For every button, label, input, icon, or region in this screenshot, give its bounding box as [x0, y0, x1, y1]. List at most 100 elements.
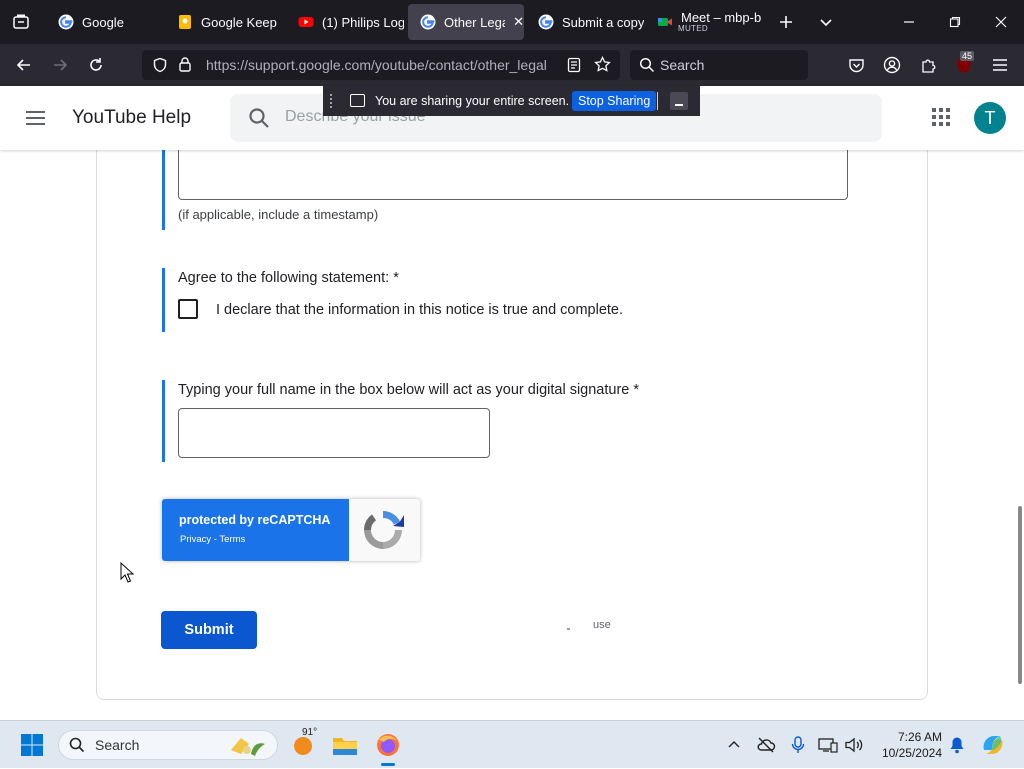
windows-logo-icon [21, 734, 43, 756]
tab-title: Meet – mbp-b [681, 9, 762, 25]
active-app-indicator [381, 763, 395, 766]
search-highlight-icon [227, 734, 271, 763]
url-text[interactable]: https://support.google.com/youtube/conta… [206, 57, 556, 73]
firefox-view-icon [13, 14, 29, 29]
screen-share-icon [350, 94, 365, 107]
bookmark-star-icon[interactable] [594, 55, 611, 78]
speaker-icon [845, 737, 863, 753]
tracking-protection-shield-icon[interactable] [152, 57, 168, 78]
browser-tab-strip: Google Google Keep (1) Philips Log Other… [0, 0, 1024, 44]
new-tab-button[interactable] [770, 0, 802, 44]
recaptcha-title: protected by reCAPTCHA [179, 513, 331, 527]
reload-button[interactable] [80, 44, 112, 86]
recaptcha-links[interactable]: Privacy - Terms [180, 534, 245, 545]
volume-status[interactable] [842, 721, 866, 769]
firefox-view-button[interactable] [0, 0, 42, 44]
network-status[interactable] [816, 721, 840, 769]
microphone-status[interactable] [786, 721, 810, 769]
drag-handle-icon[interactable] [330, 94, 333, 108]
declaration-checkbox[interactable] [178, 299, 198, 319]
question-indicator-bar [162, 268, 165, 332]
onedrive-status[interactable] [752, 721, 780, 769]
clock-time: 7:26 AM [897, 730, 942, 744]
start-button[interactable] [14, 721, 50, 769]
recaptcha-badge[interactable]: protected by reCAPTCHA Privacy - Terms [162, 499, 420, 561]
forward-button[interactable] [44, 44, 76, 86]
browser-toolbar: https://support.google.com/youtube/conta… [0, 44, 1024, 86]
page-scrollbar-thumb[interactable] [1018, 506, 1022, 684]
screen-sharing-message: You are sharing your entire screen. [375, 94, 570, 108]
search-icon [639, 57, 655, 78]
list-all-tabs-button[interactable] [810, 0, 842, 44]
app-menu-button[interactable] [984, 44, 1016, 86]
tab-title: Other Legal [444, 14, 505, 30]
signature-input[interactable] [178, 408, 490, 458]
signature-label: Typing your full name in the box below w… [178, 382, 640, 398]
cloud-offline-icon [757, 737, 776, 753]
meet-icon [657, 14, 673, 30]
minimize-share-bar-button[interactable] [670, 92, 688, 110]
recaptcha-info-panel: protected by reCAPTCHA Privacy - Terms [162, 499, 349, 561]
restore-window-button[interactable] [938, 0, 972, 44]
google-icon [58, 14, 74, 30]
taskbar-search-box[interactable]: Search [58, 730, 278, 760]
tab-google[interactable]: Google [46, 4, 164, 40]
restore-icon [949, 16, 961, 28]
ublock-extension-button[interactable]: 45 [948, 44, 980, 86]
extension-badge: 45 [960, 51, 975, 61]
hamburger-menu-icon [993, 59, 1007, 71]
minimize-window-button[interactable] [892, 0, 926, 44]
extensions-button[interactable] [912, 44, 944, 86]
declaration-text[interactable]: I declare that the information in this n… [216, 302, 623, 318]
partial-text-fragment: use [593, 619, 611, 631]
tab-philips-youtube[interactable]: (1) Philips Log [286, 4, 404, 40]
question-indicator-bar [162, 150, 165, 230]
tab-google-keep[interactable]: Google Keep [165, 4, 285, 40]
reader-view-icon[interactable] [566, 57, 582, 78]
mouse-pointer-icon [120, 562, 134, 583]
tab-meet[interactable]: Meet – mbp-b MUTED [645, 4, 763, 40]
close-icon [995, 16, 1007, 28]
account-button[interactable] [876, 44, 908, 86]
file-explorer-button[interactable] [328, 721, 362, 769]
copilot-button[interactable] [976, 721, 1010, 769]
weather-widget[interactable]: 91° [286, 721, 320, 769]
close-window-button[interactable] [984, 0, 1018, 44]
tab-muted-label: MUTED [678, 24, 708, 33]
google-apps-icon[interactable] [932, 108, 950, 126]
plus-icon [780, 16, 792, 28]
lock-icon[interactable] [178, 56, 192, 77]
google-icon [538, 14, 554, 30]
windows-taskbar: Search 91° 7:26 AM 10/25/2024 [0, 720, 1024, 768]
arrow-right-icon [54, 59, 68, 71]
taskbar-clock[interactable]: 7:26 AM 10/25/2024 [876, 729, 942, 761]
firefox-icon [377, 734, 399, 756]
site-title[interactable]: YouTube Help [72, 107, 191, 129]
notifications-button[interactable] [946, 721, 968, 769]
main-menu-button[interactable] [24, 106, 48, 130]
url-bar[interactable]: https://support.google.com/youtube/conta… [142, 50, 620, 80]
firefox-taskbar-button[interactable] [370, 721, 406, 769]
agree-statement-label: Agree to the following statement: * [178, 270, 399, 286]
tab-other-legal[interactable]: Other Legal ✕ [408, 4, 524, 40]
close-tab-icon[interactable]: ✕ [513, 14, 524, 30]
bell-icon [950, 737, 964, 754]
account-icon [883, 56, 901, 74]
search-icon[interactable] [248, 107, 270, 134]
web-search-bar[interactable]: Search [630, 50, 808, 80]
pocket-button[interactable] [840, 44, 872, 86]
weather-temperature: 91° [302, 727, 318, 738]
account-avatar[interactable]: T [974, 102, 1006, 134]
reload-icon [90, 58, 102, 71]
show-hidden-icons-button[interactable] [722, 721, 746, 769]
recaptcha-logo-icon [364, 511, 404, 549]
stop-sharing-button[interactable]: Stop Sharing [572, 91, 657, 111]
keep-icon [177, 14, 193, 30]
puzzle-icon [921, 59, 935, 73]
back-button[interactable] [8, 44, 40, 86]
network-monitor-icon [818, 738, 838, 753]
screen-sharing-indicator: You are sharing your entire screen. Stop… [323, 86, 700, 116]
submit-button[interactable]: Submit [161, 611, 257, 649]
tab-title: Google [82, 14, 124, 30]
tab-submit-copy[interactable]: Submit a copy [526, 4, 644, 40]
